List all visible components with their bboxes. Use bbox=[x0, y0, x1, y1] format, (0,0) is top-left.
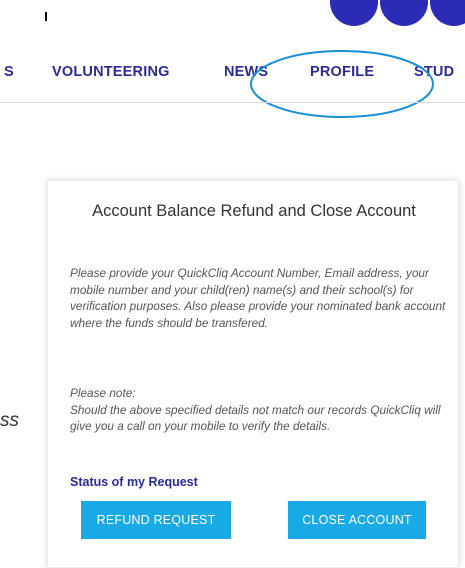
close-account-button[interactable]: CLOSE ACCOUNT bbox=[288, 501, 426, 539]
nav-divider bbox=[0, 102, 465, 103]
clipped-text: ss bbox=[0, 410, 19, 431]
nav-item-clipped[interactable]: S bbox=[4, 62, 14, 82]
account-refund-card: Account Balance Refund and Close Account… bbox=[47, 180, 459, 568]
circle-icon bbox=[330, 0, 378, 26]
nav-item-volunteering[interactable]: VOLUNTEERING bbox=[52, 62, 170, 82]
card-title: Account Balance Refund and Close Account bbox=[92, 202, 416, 220]
status-heading: Status of my Request bbox=[70, 475, 198, 489]
annotation-ellipse bbox=[250, 50, 434, 118]
card-note: Please note: Should the above specified … bbox=[70, 385, 454, 435]
refund-request-button[interactable]: REFUND REQUEST bbox=[81, 501, 231, 539]
note-text: Should the above specified details not m… bbox=[70, 402, 441, 434]
circle-icon bbox=[380, 0, 428, 26]
top-mark bbox=[45, 12, 47, 21]
card-instructions: Please provide your QuickCliq Account Nu… bbox=[70, 266, 446, 330]
circle-icon bbox=[430, 0, 465, 26]
note-label: Please note: bbox=[70, 386, 136, 400]
